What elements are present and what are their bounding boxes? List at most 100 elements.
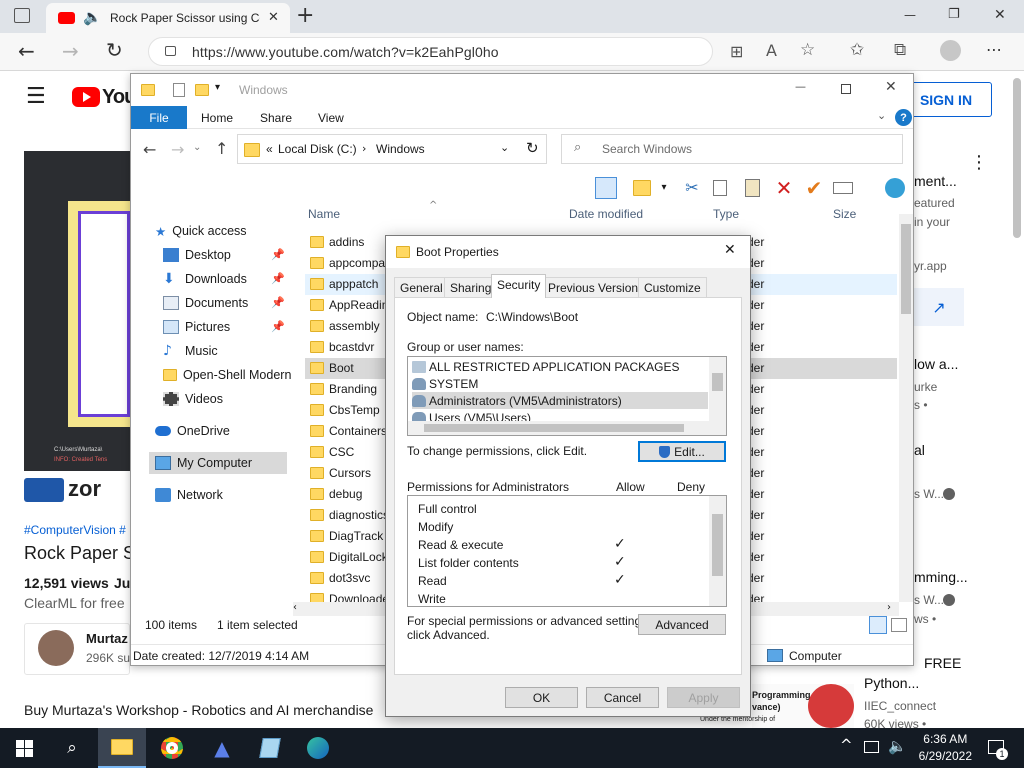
delete-icon[interactable]: ✕ <box>773 177 795 199</box>
breadcrumb-root[interactable]: Local Disk (C:) <box>278 142 357 156</box>
explorer-minimize-button[interactable]: — <box>795 80 806 93</box>
scroll-left-icon[interactable]: ‹ <box>293 602 297 613</box>
url-text[interactable]: https://www.youtube.com/watch?v=k2EahPgl… <box>192 44 499 60</box>
apply-button[interactable]: Apply <box>667 687 740 708</box>
add-favorite-icon[interactable]: ☆ <box>800 40 815 60</box>
profile-avatar[interactable] <box>940 40 961 61</box>
channel-name[interactable]: Murtaz <box>86 631 128 646</box>
file-list-vscroll[interactable] <box>899 214 913 602</box>
app-taskbar-icon[interactable]: ▲ <box>198 728 246 768</box>
app-available-icon[interactable]: ⊞ <box>730 42 743 61</box>
clock[interactable]: 6:36 AM 6/29/2022 <box>919 731 972 765</box>
pin-icon[interactable]: 📌 <box>271 320 285 333</box>
explorer-maximize-button[interactable] <box>841 84 851 94</box>
recommendation-title[interactable]: Python... <box>864 675 919 691</box>
nav-open-shell[interactable]: Open-Shell Modern <box>163 364 291 386</box>
globe-icon[interactable] <box>885 178 905 198</box>
large-icons-view-icon[interactable] <box>891 618 907 632</box>
show-hidden-icons[interactable]: ^ <box>840 736 853 754</box>
external-link-button[interactable]: ↗ <box>914 288 964 326</box>
dropdown-icon[interactable]: ▾ <box>659 177 669 199</box>
group-item[interactable]: SYSTEM <box>412 375 712 392</box>
properties-dialog[interactable]: Boot Properties ✕ General Sharing Securi… <box>385 235 751 717</box>
help-icon[interactable]: ? <box>895 109 912 126</box>
advanced-button[interactable]: Advanced <box>638 614 726 635</box>
scroll-thumb[interactable] <box>712 514 723 576</box>
favorites-icon[interactable]: ✩ <box>850 40 864 60</box>
volume-tray-icon[interactable]: 🔈 <box>888 737 907 755</box>
nav-back-icon[interactable]: ← <box>143 140 156 159</box>
ribbon-tab-share[interactable]: Share <box>260 111 292 125</box>
group-list-hscroll[interactable] <box>408 421 726 435</box>
network-tray-icon[interactable] <box>864 741 879 753</box>
nav-music[interactable]: ♪ Music <box>163 340 218 362</box>
pin-icon[interactable]: 📌 <box>271 272 285 285</box>
back-icon[interactable]: ← <box>18 39 35 63</box>
notepad-taskbar-icon[interactable] <box>246 728 294 768</box>
video-player[interactable]: C:\Users\Murtaza\ INFO: Created Tens <box>24 151 130 471</box>
browser-tab-active[interactable]: 🔈 Rock Paper Scissor using Computer Visi… <box>46 3 290 33</box>
group-item-selected[interactable]: Administrators (VM5\Administrators) <box>412 392 708 409</box>
tab-sharing[interactable]: Sharing <box>444 277 498 297</box>
rename-icon[interactable] <box>833 182 853 194</box>
recommendation-title[interactable]: al <box>914 442 925 458</box>
recommendation-title[interactable]: mming... <box>914 569 968 585</box>
window-minimize-button[interactable]: — <box>904 8 916 22</box>
refresh-icon[interactable]: ↻ <box>106 38 123 62</box>
more-actions-icon[interactable]: ⋮ <box>970 152 988 173</box>
properties-check-icon[interactable]: ✔ <box>803 177 825 199</box>
explorer-search-box[interactable]: ⌕ Search Windows <box>561 134 903 164</box>
nav-desktop[interactable]: Desktop <box>163 244 231 266</box>
expand-ribbon-icon[interactable]: ⌄ <box>877 109 886 122</box>
nav-forward-icon[interactable]: → <box>171 140 184 159</box>
permissions-list[interactable]: Full control Modify Read & execute ✓ List fo… <box>407 495 727 607</box>
explorer-close-button[interactable]: ✕ <box>885 79 897 95</box>
more-menu-icon[interactable]: ⋯ <box>986 40 1002 59</box>
dialog-close-button[interactable]: ✕ <box>724 242 736 258</box>
properties-quick-icon[interactable] <box>173 83 185 97</box>
address-dropdown-icon[interactable]: ⌄ <box>500 141 509 154</box>
nav-documents[interactable]: Documents <box>163 292 248 314</box>
edit-permissions-button[interactable]: Edit... <box>638 441 726 462</box>
breadcrumb-chevron-icon[interactable]: › <box>362 142 366 155</box>
tab-general[interactable]: General <box>394 277 449 297</box>
breadcrumb-current[interactable]: Windows <box>376 142 425 156</box>
ribbon-tab-home[interactable]: Home <box>201 111 233 125</box>
hamburger-menu-icon[interactable]: ☰ <box>26 84 46 109</box>
dialog-title-bar[interactable]: Boot Properties ✕ <box>386 236 750 268</box>
window-close-button[interactable]: ✕ <box>994 7 1006 23</box>
refresh-icon[interactable]: ↻ <box>526 139 539 157</box>
ribbon-tab-file[interactable]: File <box>131 106 187 129</box>
column-header-name[interactable]: Name <box>308 207 340 221</box>
file-explorer-taskbar-icon[interactable] <box>98 728 146 768</box>
youtube-logo-icon[interactable] <box>72 87 100 107</box>
ribbon-tab-view[interactable]: View <box>318 111 344 125</box>
group-item[interactable]: ALL RESTRICTED APPLICATION PACKAGES <box>412 358 712 375</box>
scroll-right-icon[interactable]: › <box>887 602 891 613</box>
column-header-size[interactable]: Size <box>833 207 856 221</box>
new-tab-button[interactable]: + <box>296 3 314 28</box>
cancel-button[interactable]: Cancel <box>586 687 659 708</box>
window-restore-button[interactable]: ❐ <box>948 7 960 22</box>
recommendation-title[interactable]: FREE <box>924 655 961 671</box>
nav-onedrive[interactable]: OneDrive <box>155 420 230 442</box>
nav-network[interactable]: Network <box>155 484 223 506</box>
channel-avatar[interactable] <box>38 630 74 666</box>
recommendation-title[interactable]: low a... <box>914 356 958 372</box>
scroll-thumb[interactable] <box>712 373 723 391</box>
nav-my-computer[interactable]: My Computer <box>149 452 287 474</box>
column-header-type[interactable]: Type <box>713 207 739 221</box>
nav-downloads[interactable]: ⬇ Downloads <box>163 268 247 290</box>
scrollbar-track[interactable] <box>1013 78 1021 238</box>
ok-button[interactable]: OK <box>505 687 578 708</box>
pin-icon[interactable]: 📌 <box>271 248 285 261</box>
tab-audio-icon[interactable]: 🔈 <box>83 8 102 26</box>
nav-pictures[interactable]: Pictures <box>163 316 230 338</box>
scroll-thumb[interactable] <box>901 224 911 314</box>
collections-icon[interactable]: ⧉ <box>894 40 906 60</box>
group-list[interactable]: ALL RESTRICTED APPLICATION PACKAGES SYST… <box>407 356 727 436</box>
pin-icon[interactable]: 📌 <box>271 296 285 309</box>
forward-icon[interactable]: → <box>62 39 79 63</box>
nav-up-icon[interactable]: ↑ <box>215 139 228 158</box>
column-header-date[interactable]: Date modified <box>569 207 643 221</box>
